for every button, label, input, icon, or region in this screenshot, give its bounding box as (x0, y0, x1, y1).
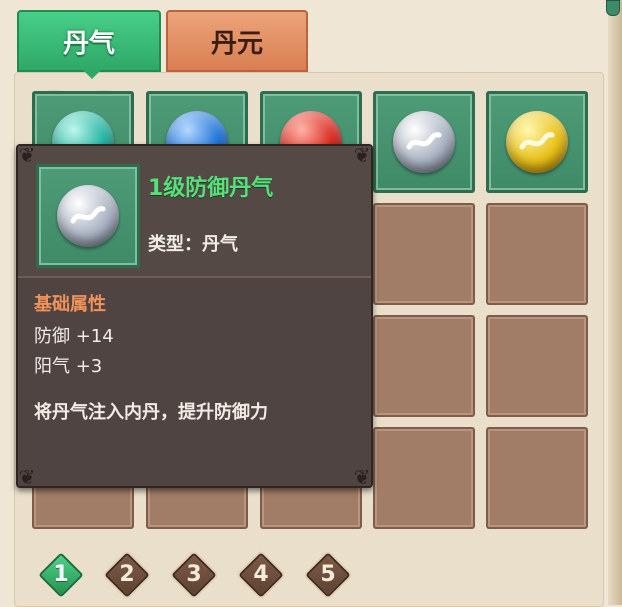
gray-orb-icon (393, 111, 455, 173)
tooltip-item-slot (36, 164, 140, 268)
item-tooltip: ❦ ❦ ❦ ❦ 1级防御丹气 类型：丹气 基础属性 防御 +14 阳气 +3 将… (16, 144, 373, 488)
tab-danyuan-label: 丹元 (210, 28, 263, 59)
page-button-3[interactable]: 3 (171, 552, 217, 598)
corner-ornament-icon: ❦ (18, 465, 36, 489)
page-button-2[interactable]: 2 (104, 552, 150, 598)
tab-active-indicator (83, 70, 101, 79)
inventory-slot[interactable] (486, 91, 588, 193)
item-description: 将丹气注入内丹，提升防御力 (34, 402, 268, 423)
corner-ornament-icon: ❦ (18, 143, 36, 167)
tab-danyuan[interactable]: 丹元 (166, 10, 308, 72)
page-button-4[interactable]: 4 (238, 552, 284, 598)
right-frame-edge (608, 0, 622, 605)
item-type: 类型：丹气 (148, 234, 238, 255)
page-number: 5 (320, 562, 336, 587)
page-number: 3 (186, 562, 202, 587)
inventory-slot[interactable] (373, 91, 475, 193)
inventory-slot[interactable] (373, 427, 475, 529)
gold-orb-icon (506, 111, 568, 173)
tab-danqi-label: 丹气 (62, 28, 115, 59)
item-name: 1级防御丹气 (148, 176, 274, 201)
tab-danqi[interactable]: 丹气 (17, 10, 161, 79)
attributes-title: 基础属性 (34, 294, 106, 315)
inventory-slot[interactable] (373, 203, 475, 305)
inventory-slot[interactable] (486, 315, 588, 417)
stat-defense: 防御 +14 (34, 326, 114, 347)
corner-ornament-icon: ❦ (353, 143, 371, 167)
tooltip-divider (18, 276, 371, 278)
stat-yangqi: 阳气 +3 (34, 356, 103, 377)
page-number: 1 (53, 562, 69, 587)
page-number: 2 (119, 562, 135, 587)
inventory-slot[interactable] (486, 427, 588, 529)
inventory-slot[interactable] (373, 315, 475, 417)
page-button-5[interactable]: 5 (305, 552, 351, 598)
inventory-slot[interactable] (486, 203, 588, 305)
frame-gem-icon (606, 0, 620, 16)
page-button-1[interactable]: 1 (38, 552, 84, 598)
page-number: 4 (253, 562, 269, 587)
corner-ornament-icon: ❦ (353, 465, 371, 489)
gray-orb-icon (57, 185, 119, 247)
